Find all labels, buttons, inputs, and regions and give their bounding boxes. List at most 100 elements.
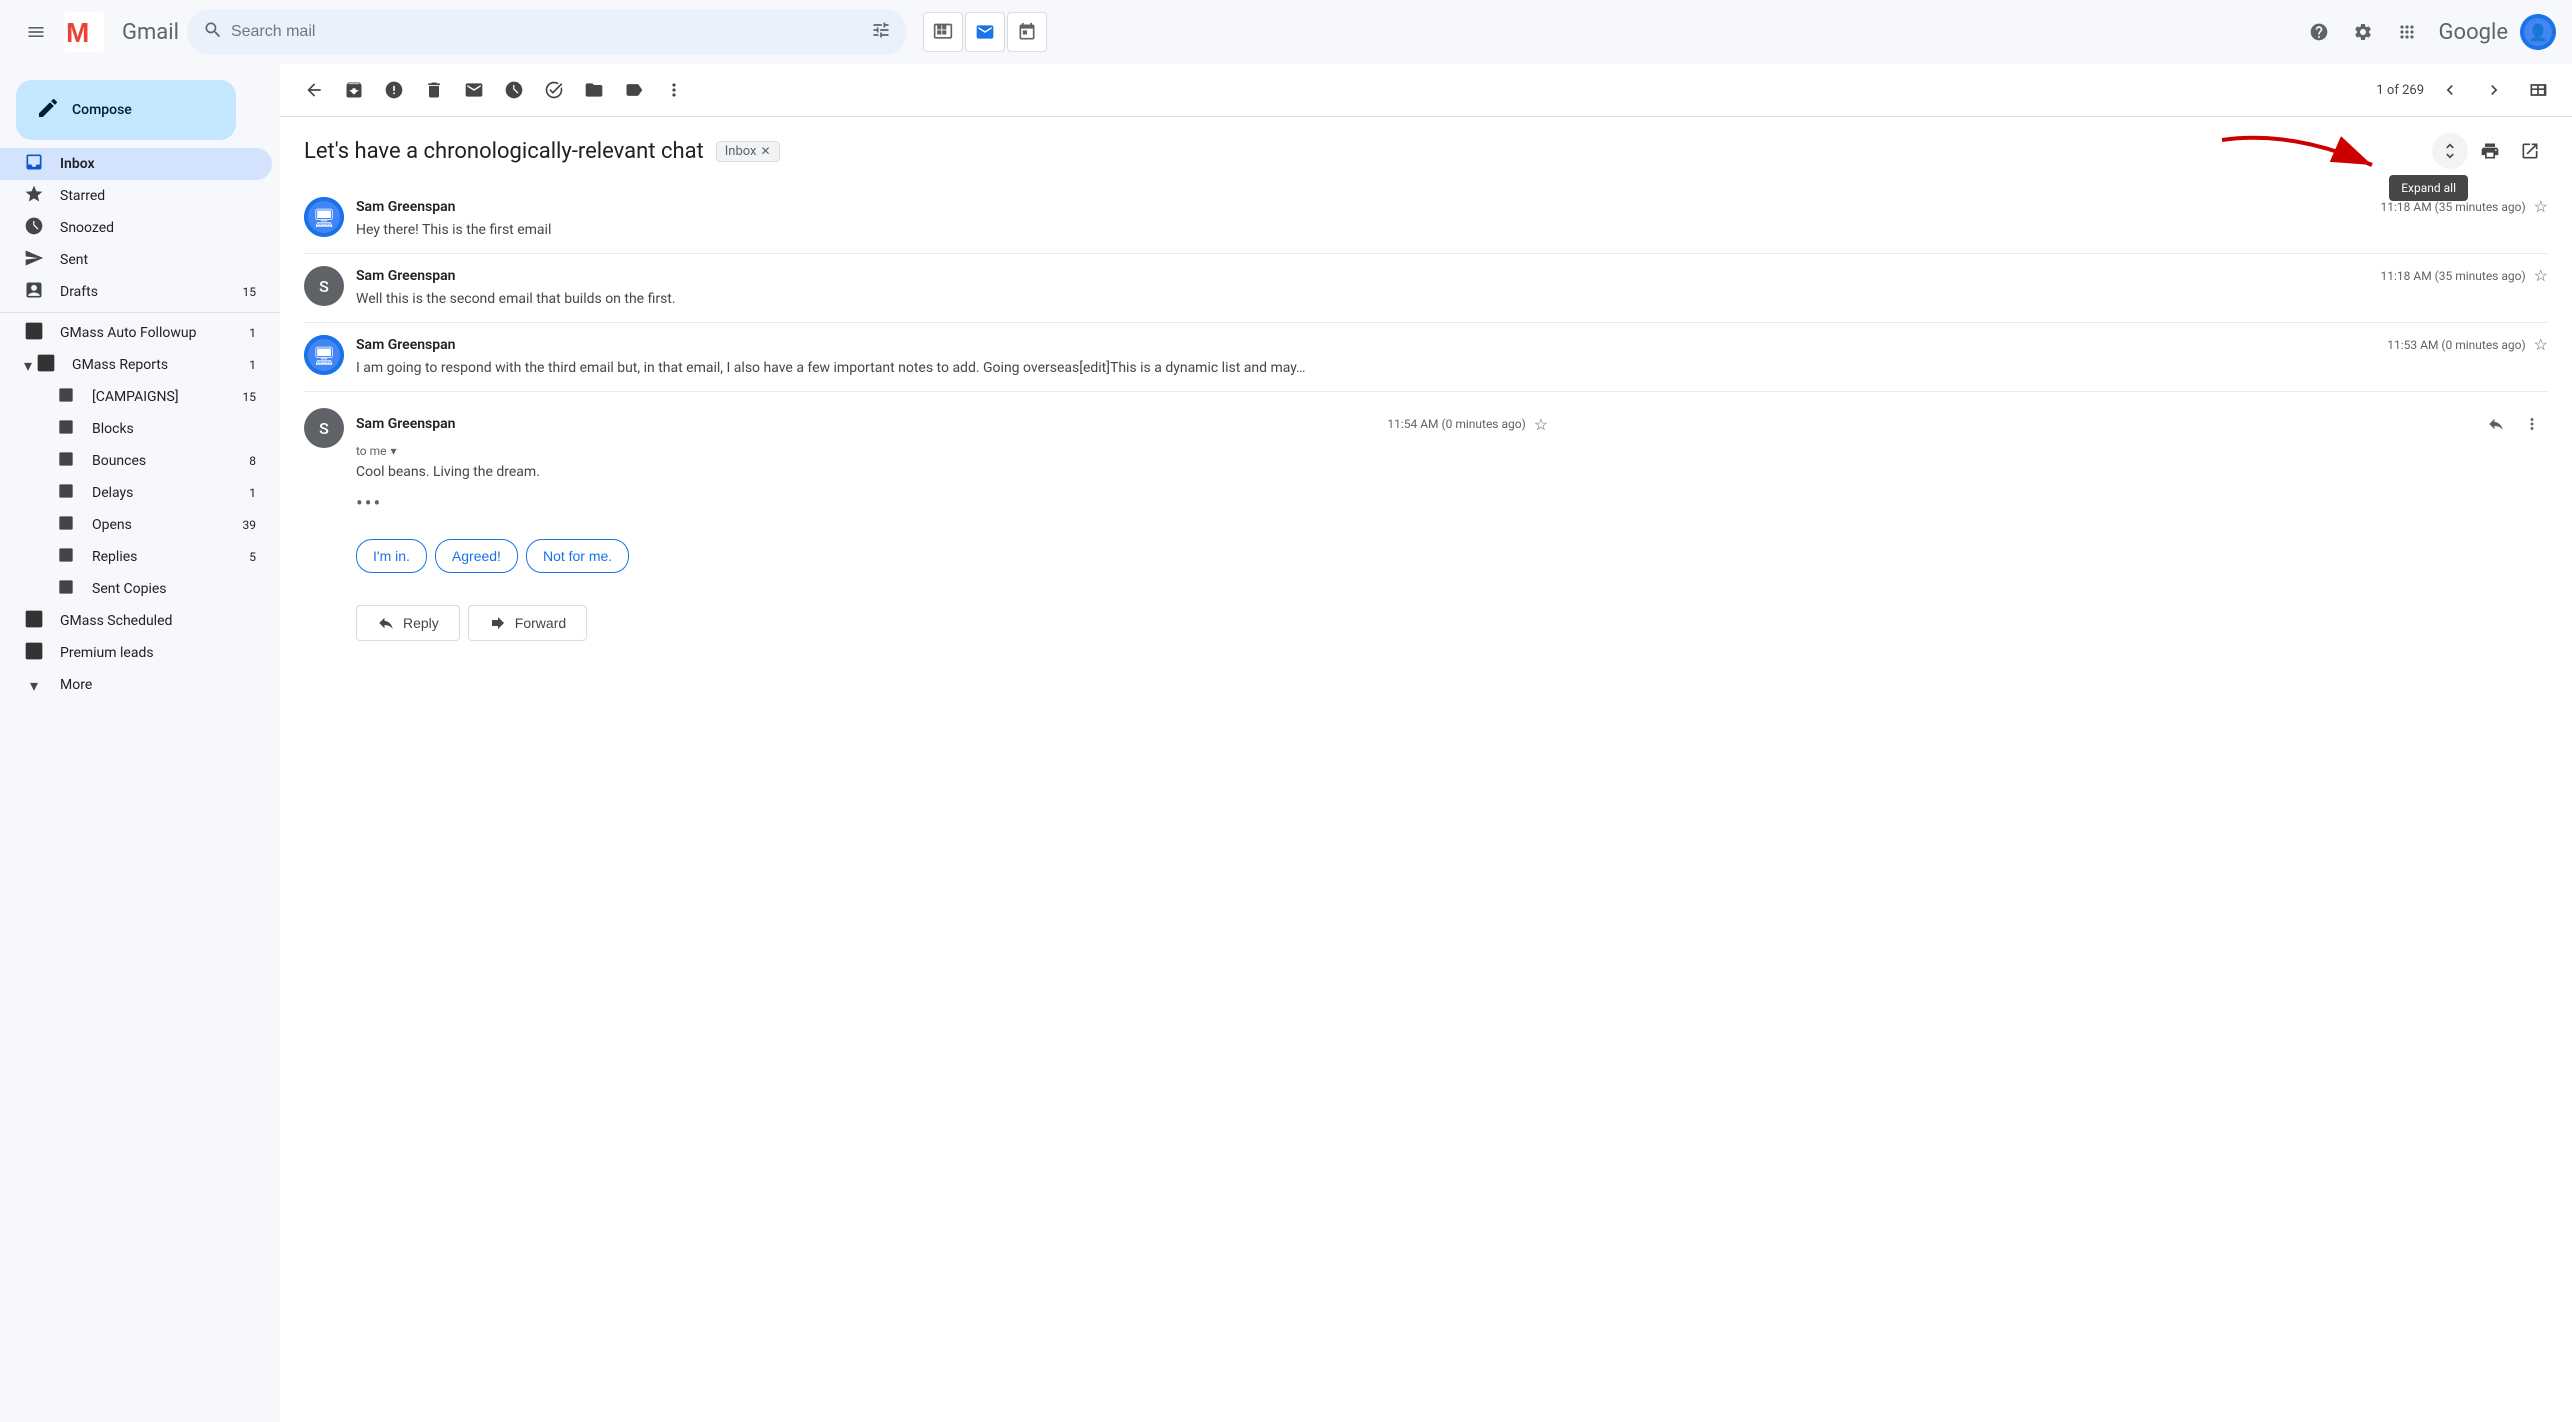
thread-title: Let's have a chronologically-relevant ch… xyxy=(304,139,704,164)
sidebar-item-drafts[interactable]: Drafts 15 xyxy=(0,276,272,308)
starred-icon xyxy=(24,184,44,208)
search-filter-icon[interactable] xyxy=(871,20,891,44)
email-message-2: S Sam Greenspan 11:18 AM (35 minutes ago… xyxy=(304,254,2548,323)
inbox-badge[interactable]: Inbox ✕ xyxy=(716,141,780,162)
compose-button[interactable]: Compose xyxy=(16,80,236,140)
email-snippet-3: I am going to respond with the third ema… xyxy=(356,358,2548,379)
search-input[interactable] xyxy=(231,23,863,41)
email-meta-4: Sam Greenspan 11:54 AM (0 minutes ago) ☆ xyxy=(356,408,2548,440)
sidebar-item-more[interactable]: ▾ More xyxy=(0,669,272,701)
sidebar-item-campaigns[interactable]: [CAMPAIGNS] 15 xyxy=(32,381,272,413)
gmass-followup-icon xyxy=(24,321,44,345)
delays-count: 1 xyxy=(249,486,256,500)
email-star-3[interactable]: ☆ xyxy=(2534,335,2548,354)
expand-all-tooltip: Expand all xyxy=(2389,175,2468,201)
replies-label: Replies xyxy=(92,549,249,565)
move-to-button[interactable] xyxy=(576,72,612,108)
google-text: Google xyxy=(2439,20,2508,45)
badge-close-icon[interactable]: ✕ xyxy=(761,144,771,158)
reply-button[interactable]: Reply xyxy=(356,605,460,641)
add-to-tasks-button[interactable] xyxy=(536,72,572,108)
gmass-icon[interactable] xyxy=(965,12,1005,52)
expand-all-button[interactable] xyxy=(2432,133,2468,169)
sidebar-item-sent[interactable]: Sent xyxy=(0,244,272,276)
replies-icon xyxy=(56,547,76,567)
gmass-followup-label: GMass Auto Followup xyxy=(60,325,249,341)
email-body-1: Sam Greenspan 11:18 AM (35 minutes ago) … xyxy=(356,197,2548,241)
campaigns-count: 15 xyxy=(243,390,257,404)
sidebar-item-blocks[interactable]: Blocks xyxy=(32,413,272,445)
gmass-reports-expand-icon[interactable]: ▾ xyxy=(24,356,32,375)
reply-action-btn[interactable] xyxy=(2480,408,2512,440)
sidebar-item-premium-leads[interactable]: Premium leads xyxy=(0,637,272,669)
snooze-button[interactable] xyxy=(496,72,532,108)
delays-icon xyxy=(56,483,76,503)
email-star-4[interactable]: ☆ xyxy=(1534,415,1548,434)
sender-name-4: Sam Greenspan xyxy=(356,416,455,432)
snoozed-icon xyxy=(24,216,44,240)
back-button[interactable] xyxy=(296,72,332,108)
labels-button[interactable] xyxy=(616,72,652,108)
gmail-text: Gmail xyxy=(122,20,179,45)
drafts-count: 15 xyxy=(243,285,257,299)
print-button[interactable] xyxy=(2472,133,2508,169)
gmass-scheduled-icon xyxy=(24,609,44,633)
forward-button[interactable]: Forward xyxy=(468,605,587,641)
email-meta-3: Sam Greenspan 11:53 AM (0 minutes ago) ☆ xyxy=(356,335,2548,354)
premium-leads-icon xyxy=(24,641,44,665)
older-button[interactable] xyxy=(2476,72,2512,108)
hamburger-menu[interactable] xyxy=(16,12,56,52)
bounces-icon xyxy=(56,451,76,471)
email-star-2[interactable]: ☆ xyxy=(2534,266,2548,285)
reply-bar: Reply Forward xyxy=(356,605,2548,641)
table-view-icon[interactable] xyxy=(923,12,963,52)
sidebar-item-opens[interactable]: Opens 39 xyxy=(32,509,272,541)
sidebar-item-gmass-followup[interactable]: GMass Auto Followup 1 xyxy=(0,317,272,349)
more-actions-button[interactable] xyxy=(656,72,692,108)
user-avatar[interactable]: 👤 xyxy=(2520,14,2556,50)
sidebar-item-gmass-scheduled[interactable]: GMass Scheduled xyxy=(0,605,272,637)
settings-icon[interactable] xyxy=(2343,12,2383,52)
smart-reply-3[interactable]: Not for me. xyxy=(526,539,629,573)
sidebar-item-delays[interactable]: Delays 1 xyxy=(32,477,272,509)
email-dots[interactable]: ••• xyxy=(356,491,2548,515)
to-expand-icon[interactable]: ▾ xyxy=(391,444,397,458)
sidebar-item-inbox[interactable]: Inbox xyxy=(0,148,272,180)
email-snippet-4: Cool beans. Living the dream. xyxy=(356,462,2548,483)
opens-icon xyxy=(56,515,76,535)
smart-reply-1[interactable]: I'm in. xyxy=(356,539,427,573)
more-dots-icon[interactable]: ••• xyxy=(356,491,382,515)
gmass-reports-label: GMass Reports xyxy=(72,357,249,373)
apps-icon[interactable] xyxy=(2387,12,2427,52)
mark-unread-button[interactable] xyxy=(456,72,492,108)
more-email-btn[interactable] xyxy=(2516,408,2548,440)
reply-label: Reply xyxy=(403,615,439,631)
sidebar-item-bounces[interactable]: Bounces 8 xyxy=(32,445,272,477)
app-container: M Gmail xyxy=(0,0,2572,1422)
newer-button[interactable] xyxy=(2432,72,2468,108)
smart-reply-2[interactable]: Agreed! xyxy=(435,539,518,573)
sidebar-item-starred[interactable]: Starred xyxy=(0,180,272,212)
calendar-icon[interactable] xyxy=(1007,12,1047,52)
search-icon[interactable] xyxy=(203,20,223,44)
email-star-1[interactable]: ☆ xyxy=(2534,197,2548,216)
svg-text:M: M xyxy=(66,17,89,48)
open-in-new-button[interactable] xyxy=(2512,133,2548,169)
spam-button[interactable] xyxy=(376,72,412,108)
email-time-4: 11:54 AM (0 minutes ago) xyxy=(1387,417,1525,431)
split-view-button[interactable] xyxy=(2520,72,2556,108)
delete-button[interactable] xyxy=(416,72,452,108)
sidebar-item-sent-copies[interactable]: Sent Copies xyxy=(32,573,272,605)
help-icon[interactable] xyxy=(2299,12,2339,52)
bounces-label: Bounces xyxy=(92,453,249,469)
email-time-1: 11:18 AM (35 minutes ago) xyxy=(2381,200,2526,214)
sidebar-item-replies[interactable]: Replies 5 xyxy=(32,541,272,573)
bounces-count: 8 xyxy=(249,454,256,468)
email-meta-2: Sam Greenspan 11:18 AM (35 minutes ago) … xyxy=(356,266,2548,285)
sidebar-item-snoozed[interactable]: Snoozed xyxy=(0,212,272,244)
email-snippet-1: Hey there! This is the first email xyxy=(356,220,2548,241)
archive-button[interactable] xyxy=(336,72,372,108)
email-counter-area: 1 of 269 xyxy=(2376,72,2556,108)
sidebar-item-gmass-reports[interactable]: ▾ GMass Reports 1 xyxy=(0,349,272,381)
sender-avatar-2: S xyxy=(304,266,344,306)
